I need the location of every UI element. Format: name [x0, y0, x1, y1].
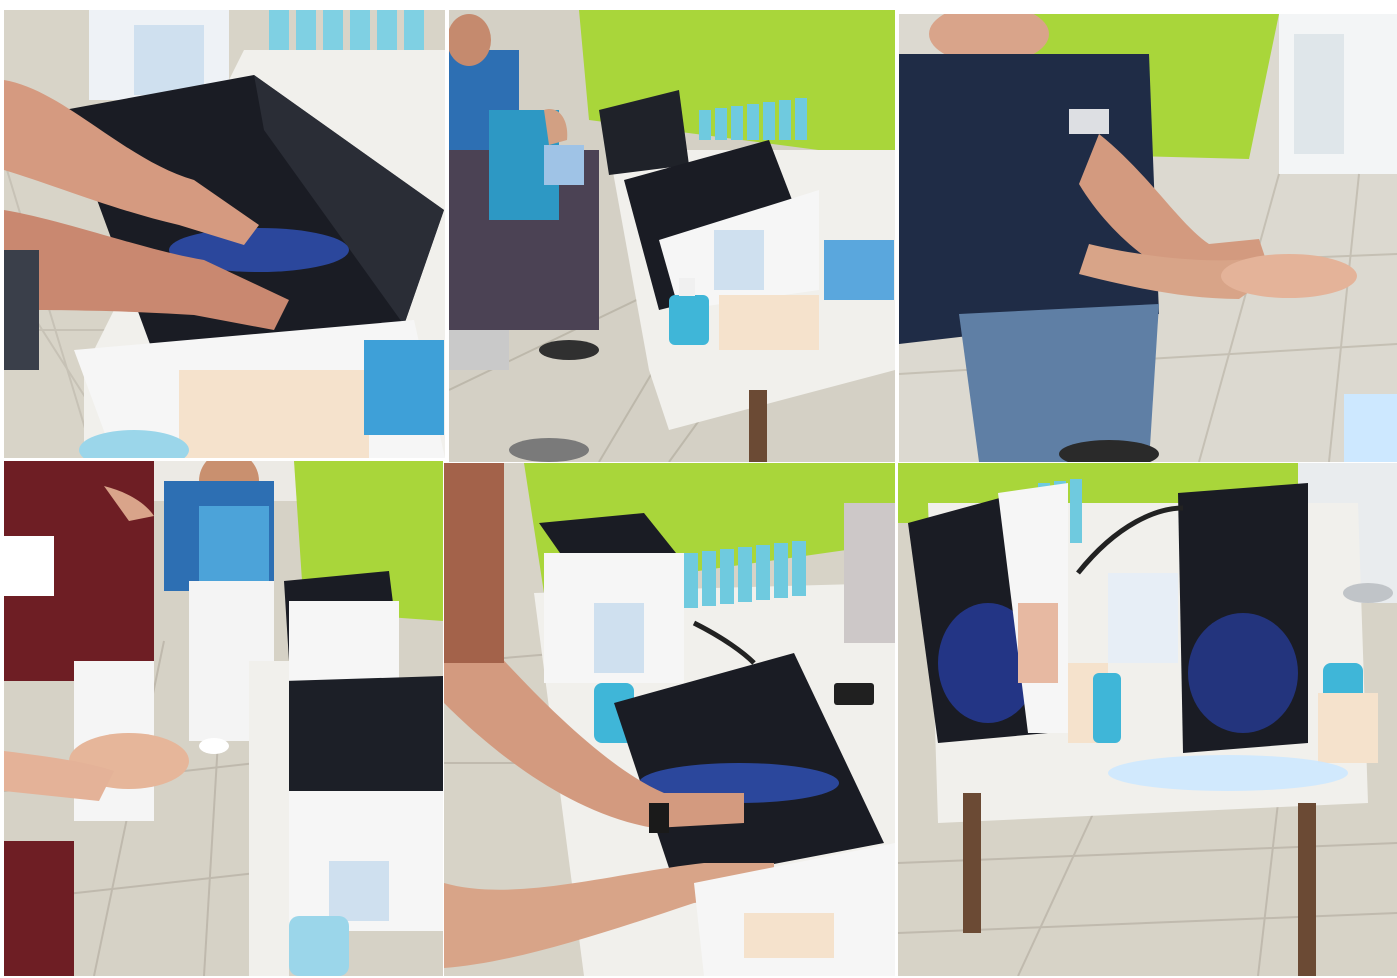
photo-hands-in-uv-box-with-sanitizer-image: [444, 463, 895, 976]
photo-two-uv-boxes-on-table: [898, 463, 1397, 976]
photo-staff-demonstrating-handrub: [4, 461, 443, 976]
photo-nurses-with-uv-box-table-image: [449, 10, 895, 462]
photo-person-rubbing-hands: [899, 14, 1397, 462]
photo-two-uv-boxes-on-table-image: [898, 463, 1397, 976]
photo-hands-under-uv-box-image: [4, 10, 445, 458]
photo-person-rubbing-hands-image: [899, 14, 1397, 462]
photo-hands-in-uv-box-with-sanitizer: [444, 463, 895, 976]
photo-collage: [0, 0, 1397, 978]
photo-nurses-with-uv-box-table: [449, 10, 895, 462]
photo-staff-demonstrating-handrub-image: [4, 461, 443, 976]
photo-hands-under-uv-box: [4, 10, 445, 458]
